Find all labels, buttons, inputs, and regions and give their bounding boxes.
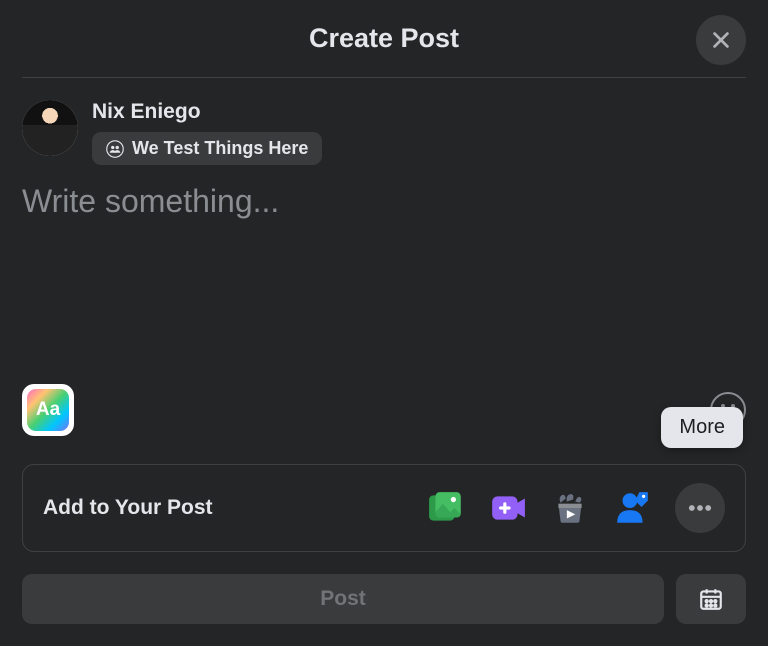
close-icon (710, 29, 732, 51)
more-button[interactable] (675, 483, 725, 533)
avatar-image (22, 100, 78, 156)
user-row: Nix Eniego We Test Things Here (0, 78, 768, 175)
post-button-label: Post (320, 587, 366, 611)
modal-title: Create Post (309, 23, 459, 54)
schedule-icon (698, 586, 724, 612)
more-icon (686, 494, 714, 522)
more-tooltip: More (661, 407, 743, 448)
audience-label: We Test Things Here (132, 138, 308, 159)
watch-party-icon (551, 489, 589, 527)
tag-people-icon (613, 489, 651, 527)
create-post-modal: Create Post Nix Eniego We Test Thin (0, 0, 768, 646)
modal-header: Create Post (22, 0, 746, 78)
add-to-post-bar: More Add to Your Post (22, 464, 746, 552)
audience-selector[interactable]: We Test Things Here (92, 132, 322, 165)
tool-icons (427, 483, 725, 533)
photo-icon (427, 489, 465, 527)
avatar[interactable] (22, 100, 78, 156)
compose-area[interactable]: Write something... Aa (0, 175, 768, 436)
group-icon (106, 140, 124, 158)
live-video-button[interactable] (489, 489, 527, 527)
tag-people-button[interactable] (613, 489, 651, 527)
compose-placeholder: Write something... (22, 183, 746, 220)
compose-toolbar: Aa (22, 384, 746, 436)
modal-footer: Post (0, 552, 768, 646)
close-button[interactable] (696, 15, 746, 65)
background-picker-icon: Aa (27, 389, 69, 431)
live-video-icon (489, 489, 527, 527)
watch-party-button[interactable] (551, 489, 589, 527)
schedule-button[interactable] (676, 574, 746, 624)
background-picker-button[interactable]: Aa (22, 384, 74, 436)
user-info: Nix Eniego We Test Things Here (92, 100, 322, 165)
add-to-post-label: Add to Your Post (43, 496, 213, 520)
photo-video-button[interactable] (427, 489, 465, 527)
user-name: Nix Eniego (92, 100, 322, 124)
post-button[interactable]: Post (22, 574, 664, 624)
